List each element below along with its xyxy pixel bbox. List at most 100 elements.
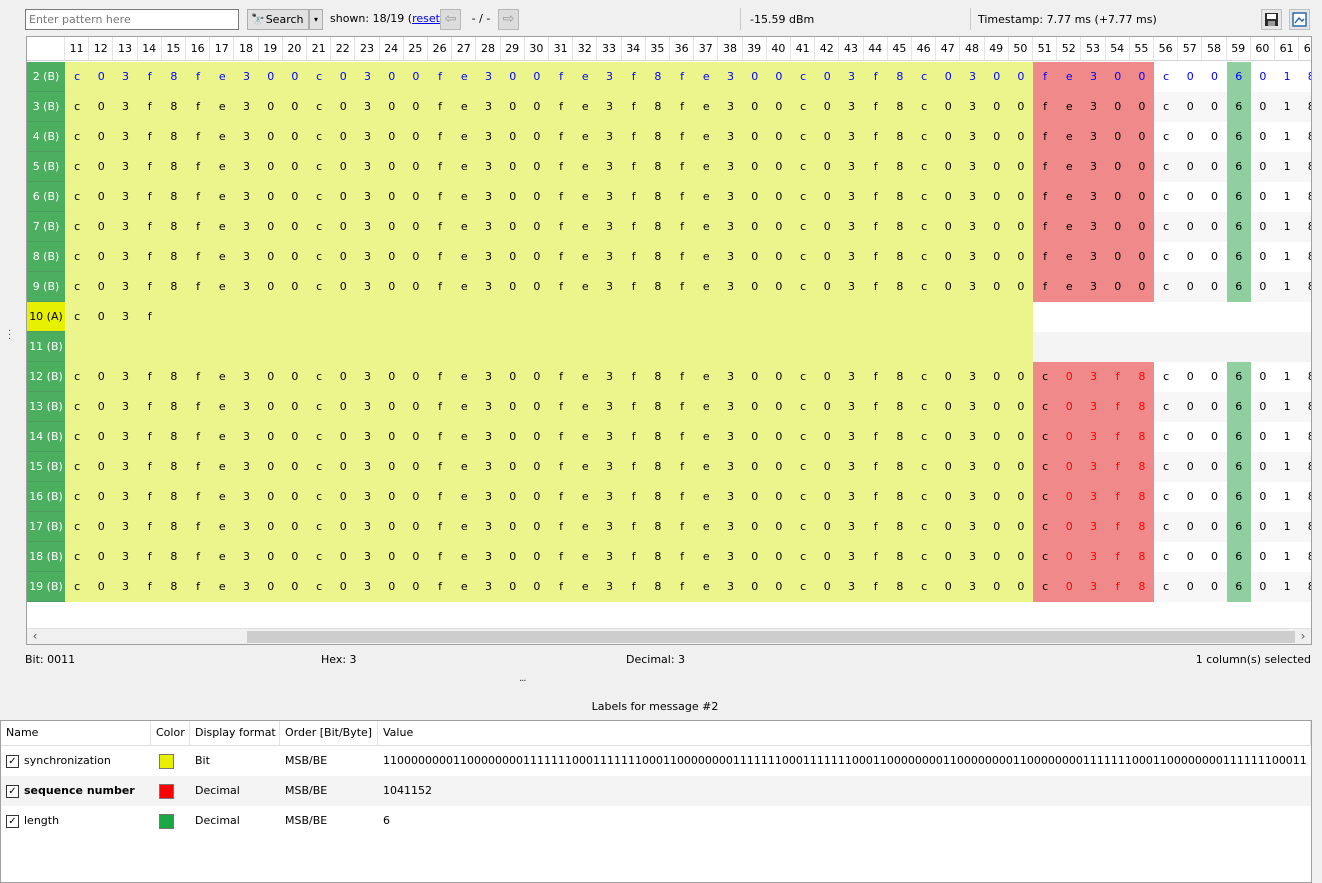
- sync-cell[interactable]: e: [694, 572, 719, 602]
- sync-cell[interactable]: 3: [597, 122, 622, 152]
- data-cell[interactable]: c: [1154, 92, 1179, 122]
- sync-cell[interactable]: 0: [89, 572, 114, 602]
- sync-cell[interactable]: 3: [113, 182, 138, 212]
- sync-cell[interactable]: c: [791, 242, 816, 272]
- sync-cell[interactable]: c: [307, 152, 332, 182]
- column-header-59[interactable]: 59: [1226, 37, 1251, 61]
- sync-cell[interactable]: 3: [839, 362, 864, 392]
- sync-cell[interactable]: f: [863, 422, 888, 452]
- sync-cell[interactable]: 0: [984, 122, 1009, 152]
- column-header-19[interactable]: 19: [258, 37, 283, 61]
- sync-cell[interactable]: e: [694, 212, 719, 242]
- sync-cell[interactable]: 0: [403, 362, 428, 392]
- data-cell[interactable]: 0: [1202, 422, 1227, 452]
- sync-cell[interactable]: f: [186, 362, 211, 392]
- sync-cell[interactable]: 0: [742, 272, 767, 302]
- sync-cell[interactable]: 0: [815, 572, 840, 602]
- sync-cell[interactable]: f: [549, 452, 574, 482]
- sync-cell[interactable]: c: [791, 422, 816, 452]
- sync-cell[interactable]: 0: [1008, 362, 1033, 392]
- sync-cell[interactable]: 0: [524, 512, 549, 542]
- row-header[interactable]: 2 (B): [27, 62, 65, 92]
- column-header-42[interactable]: 42: [815, 37, 840, 61]
- data-cell[interactable]: 0: [1250, 122, 1275, 152]
- sync-cell[interactable]: 0: [1008, 62, 1033, 92]
- sync-cell[interactable]: 0: [379, 62, 404, 92]
- sync-cell[interactable]: 8: [887, 62, 912, 92]
- sync-cell[interactable]: e: [573, 272, 598, 302]
- sync-cell[interactable]: 0: [936, 572, 961, 602]
- sync-cell[interactable]: 3: [597, 422, 622, 452]
- sync-cell[interactable]: 0: [379, 272, 404, 302]
- data-cell[interactable]: 0: [1250, 482, 1275, 512]
- sync-cell[interactable]: 0: [1008, 392, 1033, 422]
- sync-cell[interactable]: c: [65, 362, 90, 392]
- sync-cell[interactable]: 0: [282, 512, 307, 542]
- sync-cell[interactable]: e: [694, 422, 719, 452]
- sync-cell[interactable]: c: [65, 482, 90, 512]
- sync-cell[interactable]: 0: [89, 512, 114, 542]
- sync-cell[interactable]: f: [863, 512, 888, 542]
- column-header-53[interactable]: 53: [1081, 37, 1106, 61]
- sync-cell[interactable]: 0: [331, 482, 356, 512]
- sync-cell[interactable]: 0: [403, 62, 428, 92]
- data-cell[interactable]: 0: [1202, 272, 1227, 302]
- data-cell[interactable]: 1: [1275, 92, 1300, 122]
- row-header[interactable]: 16 (B): [27, 482, 65, 512]
- sequence-cell[interactable]: c: [1033, 452, 1058, 482]
- data-cell[interactable]: 0: [1178, 122, 1203, 152]
- sequence-cell[interactable]: 3: [1081, 62, 1106, 92]
- sync-cell[interactable]: 0: [1008, 122, 1033, 152]
- sync-cell[interactable]: 0: [742, 512, 767, 542]
- sync-cell[interactable]: 0: [984, 212, 1009, 242]
- sync-cell[interactable]: 0: [984, 452, 1009, 482]
- sync-cell[interactable]: 0: [742, 452, 767, 482]
- sync-cell[interactable]: 0: [500, 512, 525, 542]
- sync-cell[interactable]: 8: [161, 182, 186, 212]
- sync-cell[interactable]: 3: [113, 572, 138, 602]
- sync-cell[interactable]: 3: [597, 482, 622, 512]
- sync-cell[interactable]: 3: [718, 482, 743, 512]
- sync-cell[interactable]: 3: [960, 152, 985, 182]
- sync-cell[interactable]: 0: [282, 182, 307, 212]
- sync-cell[interactable]: f: [670, 182, 695, 212]
- sync-cell[interactable]: c: [791, 452, 816, 482]
- data-cell[interactable]: 0: [1178, 422, 1203, 452]
- sequence-cell[interactable]: f: [1105, 542, 1130, 572]
- sync-cell[interactable]: e: [210, 272, 235, 302]
- sync-cell[interactable]: 8: [887, 572, 912, 602]
- sync-cell[interactable]: 0: [500, 152, 525, 182]
- sync-cell[interactable]: 3: [355, 122, 380, 152]
- sync-cell[interactable]: 0: [282, 542, 307, 572]
- sync-cell[interactable]: 0: [258, 362, 283, 392]
- sequence-cell[interactable]: c: [1033, 542, 1058, 572]
- column-header-21[interactable]: 21: [307, 37, 332, 61]
- sync-cell[interactable]: c: [307, 542, 332, 572]
- sequence-cell[interactable]: f: [1105, 452, 1130, 482]
- sync-cell[interactable]: 3: [839, 272, 864, 302]
- sync-cell[interactable]: 0: [815, 92, 840, 122]
- sync-cell[interactable]: 3: [597, 92, 622, 122]
- sequence-cell[interactable]: 0: [1105, 152, 1130, 182]
- sync-cell[interactable]: f: [670, 122, 695, 152]
- sync-cell[interactable]: 0: [282, 452, 307, 482]
- sync-cell[interactable]: 3: [718, 212, 743, 242]
- sync-cell[interactable]: 3: [960, 392, 985, 422]
- sync-cell[interactable]: f: [621, 572, 646, 602]
- data-cell[interactable]: 0: [1250, 422, 1275, 452]
- sync-cell[interactable]: 0: [282, 242, 307, 272]
- sync-cell[interactable]: c: [791, 392, 816, 422]
- sync-cell[interactable]: 0: [936, 272, 961, 302]
- data-cell[interactable]: c: [1154, 212, 1179, 242]
- sync-cell[interactable]: f: [863, 362, 888, 392]
- data-cell[interactable]: 8: [1299, 122, 1311, 152]
- sequence-cell[interactable]: 0: [1105, 272, 1130, 302]
- sync-cell[interactable]: c: [65, 212, 90, 242]
- sync-cell[interactable]: 8: [645, 272, 670, 302]
- sync-cell[interactable]: 0: [742, 242, 767, 272]
- sync-cell[interactable]: f: [621, 542, 646, 572]
- sync-cell[interactable]: 3: [476, 392, 501, 422]
- length-cell[interactable]: 6: [1226, 92, 1251, 122]
- sync-cell[interactable]: e: [694, 392, 719, 422]
- sync-cell[interactable]: 3: [597, 272, 622, 302]
